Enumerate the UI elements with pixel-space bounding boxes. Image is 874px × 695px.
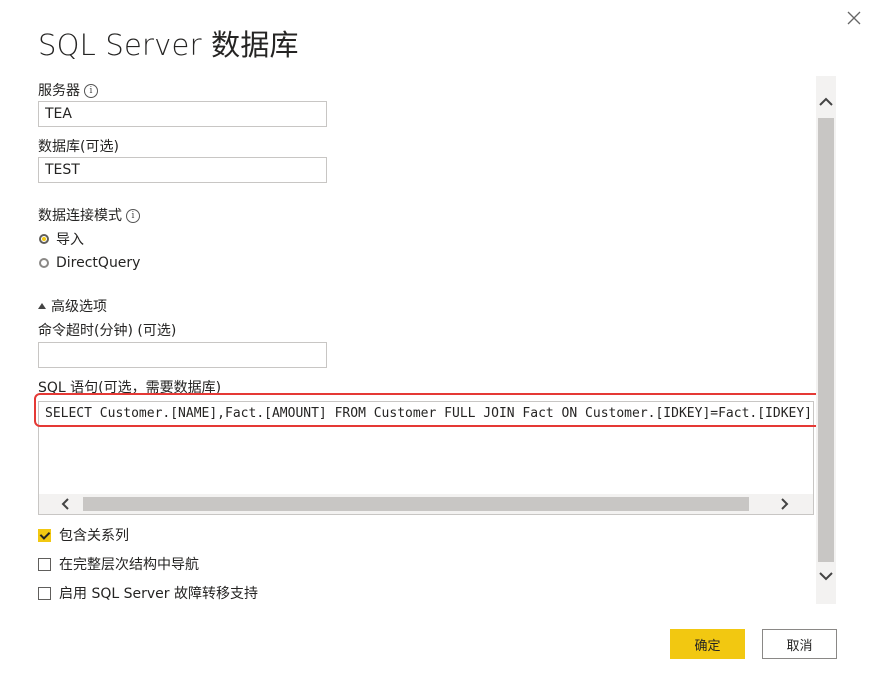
vertical-scroll-thumb[interactable] bbox=[818, 118, 834, 562]
sql-label: SQL 语句(可选，需要数据库) bbox=[38, 380, 222, 396]
radio-directquery-label: DirectQuery bbox=[56, 255, 141, 271]
info-icon[interactable]: i bbox=[84, 84, 98, 98]
radio-import[interactable]: 导入 bbox=[39, 229, 84, 249]
cancel-button[interactable]: 取消 bbox=[762, 629, 837, 659]
include-relationships-label: 包含关系列 bbox=[59, 528, 129, 544]
database-label: 数据库(可选) bbox=[38, 139, 119, 155]
radio-unselected-icon[interactable] bbox=[39, 258, 49, 268]
advanced-options-label: 高级选项 bbox=[51, 299, 107, 315]
sql-statement-textarea[interactable]: SELECT Customer.[NAME],Fact.[AMOUNT] FRO… bbox=[38, 401, 814, 515]
collapse-triangle-icon bbox=[38, 303, 46, 309]
radio-selected-icon[interactable] bbox=[39, 234, 49, 244]
scroll-right-icon[interactable] bbox=[775, 495, 793, 513]
ok-button[interactable]: 确定 bbox=[670, 629, 745, 659]
server-input[interactable] bbox=[38, 101, 327, 127]
checkbox-navigate-hierarchy[interactable]: 在完整层次结构中导航 bbox=[38, 554, 199, 574]
scroll-up-icon[interactable] bbox=[816, 92, 836, 112]
scroll-down-icon[interactable] bbox=[816, 566, 836, 586]
checkbox-checked-icon[interactable] bbox=[38, 528, 51, 542]
checkbox-include-relationships[interactable]: 包含关系列 bbox=[38, 525, 129, 545]
radio-directquery[interactable]: DirectQuery bbox=[39, 255, 140, 271]
navigate-hierarchy-label: 在完整层次结构中导航 bbox=[59, 557, 199, 573]
server-label: 服务器 bbox=[38, 83, 80, 99]
checkbox-unchecked-icon[interactable] bbox=[38, 557, 51, 571]
checkbox-failover-support[interactable]: 启用 SQL Server 故障转移支持 bbox=[38, 583, 258, 603]
advanced-options-toggle[interactable]: 高级选项 bbox=[38, 296, 107, 316]
checkbox-unchecked-icon[interactable] bbox=[38, 586, 51, 600]
horizontal-scroll-thumb[interactable] bbox=[83, 497, 749, 511]
horizontal-scrollbar[interactable] bbox=[39, 494, 813, 514]
info-icon[interactable]: i bbox=[126, 209, 140, 223]
server-label-row: 服务器 i bbox=[38, 80, 98, 100]
radio-import-label: 导入 bbox=[56, 232, 84, 248]
timeout-input[interactable] bbox=[38, 342, 327, 368]
timeout-label: 命令超时(分钟) (可选) bbox=[38, 323, 177, 339]
dialog-title: SQL Server 数据库 bbox=[38, 28, 299, 62]
sql-statement-text: SELECT Customer.[NAME],Fact.[AMOUNT] FRO… bbox=[45, 406, 813, 421]
connectivity-label-row: 数据连接模式 i bbox=[38, 205, 140, 225]
scroll-left-icon[interactable] bbox=[57, 495, 75, 513]
vertical-scrollbar[interactable] bbox=[816, 76, 836, 604]
database-input[interactable] bbox=[38, 157, 327, 183]
failover-support-label: 启用 SQL Server 故障转移支持 bbox=[59, 586, 258, 602]
connectivity-label: 数据连接模式 bbox=[38, 208, 122, 224]
close-icon[interactable] bbox=[842, 6, 866, 30]
